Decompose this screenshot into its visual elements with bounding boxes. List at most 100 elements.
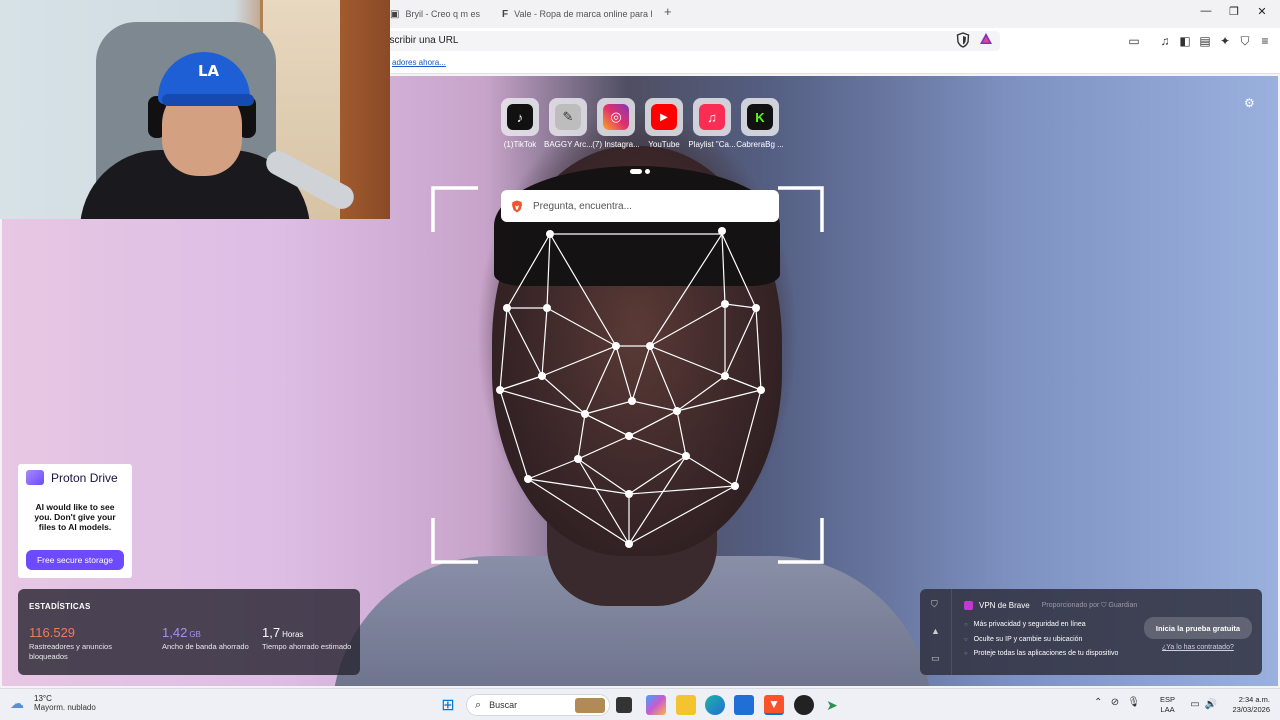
proton-drive-ad[interactable]: Proton Drive AI would like to see you. D…: [18, 464, 132, 578]
file-explorer-icon[interactable]: [676, 695, 696, 715]
shortcut-instagram[interactable]: ◎ (7) Instagra...: [592, 98, 640, 149]
temperature: 13°C: [34, 694, 52, 703]
volume-icon[interactable]: 🔊: [1204, 698, 1218, 712]
rewards-icon[interactable]: ▲: [931, 626, 940, 636]
stat-value: 116.529: [29, 625, 76, 640]
language-code: ESP: [1160, 695, 1176, 704]
store-icon[interactable]: [734, 695, 754, 715]
shortcut-label: Playlist "Ca...: [688, 140, 736, 149]
scan-frame-corners: [431, 186, 824, 564]
shortcut-pagination: [630, 163, 653, 177]
free-storage-button[interactable]: Free secure storage: [26, 550, 124, 570]
shortcut-baggy[interactable]: ✎ BAGGY Arc...: [544, 98, 592, 149]
brave-browser-icon[interactable]: ▼: [764, 695, 784, 715]
page-dot[interactable]: [645, 169, 650, 174]
close-icon[interactable]: ✕: [1252, 5, 1272, 18]
vpn-shield-icon[interactable]: ⛉: [931, 599, 938, 610]
music-icon: ♫: [699, 104, 725, 130]
proton-message: AI would like to see you. Don't give you…: [34, 502, 116, 532]
copilot-icon[interactable]: [646, 695, 666, 715]
list-item: Proteje todas las aplicaciones de tu dis…: [964, 647, 1119, 662]
shortcut-kick[interactable]: K CabreraBg ...: [736, 98, 784, 149]
baggy-logo-icon: ✎: [555, 104, 581, 130]
shortcut-label: CabreraBg ...: [736, 140, 784, 149]
address-bar[interactable]: escribir una URL: [380, 31, 1000, 51]
capcut-icon: ▣: [390, 8, 400, 20]
vpn-icon[interactable]: ⛉: [1238, 34, 1252, 48]
already-subscribed-link[interactable]: ¿Ya lo has contratado?: [1162, 644, 1234, 651]
stat-bandwidth: 1,42 GB Ancho de banda ahorrado: [162, 625, 252, 652]
search-highlight-image: [575, 698, 605, 713]
windows-start-icon[interactable]: ⊞: [438, 695, 458, 715]
new-tab-button[interactable]: +: [664, 4, 672, 19]
obs-icon[interactable]: [794, 695, 814, 715]
brave-rewards-icon[interactable]: [979, 32, 993, 46]
proton-folder-icon: [26, 470, 44, 485]
stat-value: 1,42: [162, 625, 188, 640]
task-view-icon[interactable]: [616, 697, 632, 713]
restore-icon[interactable]: ❐: [1224, 5, 1244, 18]
edge-icon[interactable]: [705, 695, 725, 715]
stats-widget: ESTADÍSTICAS 116.529 Rastreadores y anun…: [18, 589, 360, 675]
search-placeholder: Pregunta, encuentra...: [533, 200, 632, 212]
stat-unit: Horas: [282, 630, 304, 639]
cap-logo: LA: [198, 62, 220, 80]
media-icon[interactable]: ♫: [1158, 34, 1172, 48]
windows-taskbar: ☁ 13°C Mayorm. nublado ⊞ ⌕ Buscar ▼ ➤ ⌃ …: [0, 688, 1280, 720]
menu-icon[interactable]: ≡: [1258, 34, 1272, 48]
shortcut-label: (7) Instagra...: [592, 140, 640, 149]
stat-time: 1,7 Horas Tiempo ahorrado estimado: [262, 625, 352, 652]
stat-label: Tiempo ahorrado estimado: [262, 642, 352, 651]
webcam-overlay: LA: [0, 0, 390, 219]
vpn-widget: ⛉ ▲ ▭ VPN de Brave Proporcionado por ⛉ G…: [920, 589, 1262, 675]
instagram-icon: ◎: [603, 104, 629, 130]
address-placeholder: escribir una URL: [384, 35, 459, 46]
taskbar-search[interactable]: ⌕ Buscar: [466, 694, 610, 716]
mesh-points: [496, 227, 765, 548]
stat-label: Rastreadores y anuncios bloqueados: [29, 642, 112, 661]
kick-icon: K: [747, 104, 773, 130]
stat-value: 1,7: [262, 625, 281, 640]
brave-shield-icon[interactable]: [956, 32, 970, 48]
tab-bryil[interactable]: ▣ Bryil - Creo q m estoy e: [390, 4, 480, 24]
news-icon[interactable]: ▭: [931, 653, 940, 664]
weather-text: Mayorm. nublado: [34, 703, 96, 712]
shortcut-tiktok[interactable]: ♪ (1)TikTok: [496, 98, 544, 149]
list-item: Más privacidad y seguridad en línea: [964, 618, 1118, 633]
language-indicator[interactable]: ESP LAA: [1160, 695, 1175, 715]
sidebar-icon[interactable]: ◧: [1178, 34, 1192, 48]
capcut-taskbar-icon[interactable]: ➤: [822, 695, 842, 715]
stats-title: ESTADÍSTICAS: [29, 602, 91, 611]
page-dot-active[interactable]: [630, 169, 642, 174]
shortcut-label: (1)TikTok: [503, 140, 537, 149]
youtube-icon: ▶: [651, 104, 677, 130]
vpn-logo-icon: [964, 601, 973, 610]
taskbar-search-label: Buscar: [489, 700, 518, 710]
tab-title: Vale - Ropa de marca online para ho: [514, 9, 652, 19]
tiktok-icon: ♪: [507, 104, 533, 130]
shortcut-playlist[interactable]: ♫ Playlist "Ca...: [688, 98, 736, 149]
network-icon[interactable]: ▭: [1188, 698, 1202, 712]
brave-lion-icon: [512, 200, 522, 212]
webcam-cap-brim: [162, 94, 254, 106]
search-icon: ⌕: [475, 698, 482, 711]
clock-date: 23/03/2026: [1232, 705, 1270, 714]
minimize-icon[interactable]: —: [1196, 5, 1216, 17]
proton-brand: Proton Drive: [51, 470, 118, 485]
stat-unit: GB: [189, 630, 201, 639]
system-tray[interactable]: ⌃ ⊘ 🎙: [1094, 697, 1140, 708]
shortcut-youtube[interactable]: ▶ YouTube: [640, 98, 688, 149]
gear-icon[interactable]: ⚙: [1244, 96, 1256, 110]
tab-vale[interactable]: F Vale - Ropa de marca online para ho: [502, 4, 652, 24]
stat-label: Ancho de banda ahorrado: [162, 642, 249, 651]
bookmark-link[interactable]: adores ahora...: [392, 58, 446, 67]
clock[interactable]: 2:34 a.m. 23/03/2026: [1224, 695, 1270, 715]
search-box[interactable]: Pregunta, encuentra...: [501, 190, 779, 222]
weather-widget[interactable]: ☁ 13°C Mayorm. nublado: [10, 694, 96, 712]
stat-trackers: 116.529 Rastreadores y anuncios bloquead…: [29, 625, 119, 662]
leo-ai-icon[interactable]: ✦: [1218, 34, 1232, 48]
reader-mode-icon[interactable]: ▭: [1127, 34, 1141, 48]
brand-f-icon: F: [502, 8, 509, 20]
wallet-icon[interactable]: ▤: [1198, 34, 1212, 48]
start-trial-button[interactable]: Inicia la prueba gratuita: [1144, 617, 1252, 639]
